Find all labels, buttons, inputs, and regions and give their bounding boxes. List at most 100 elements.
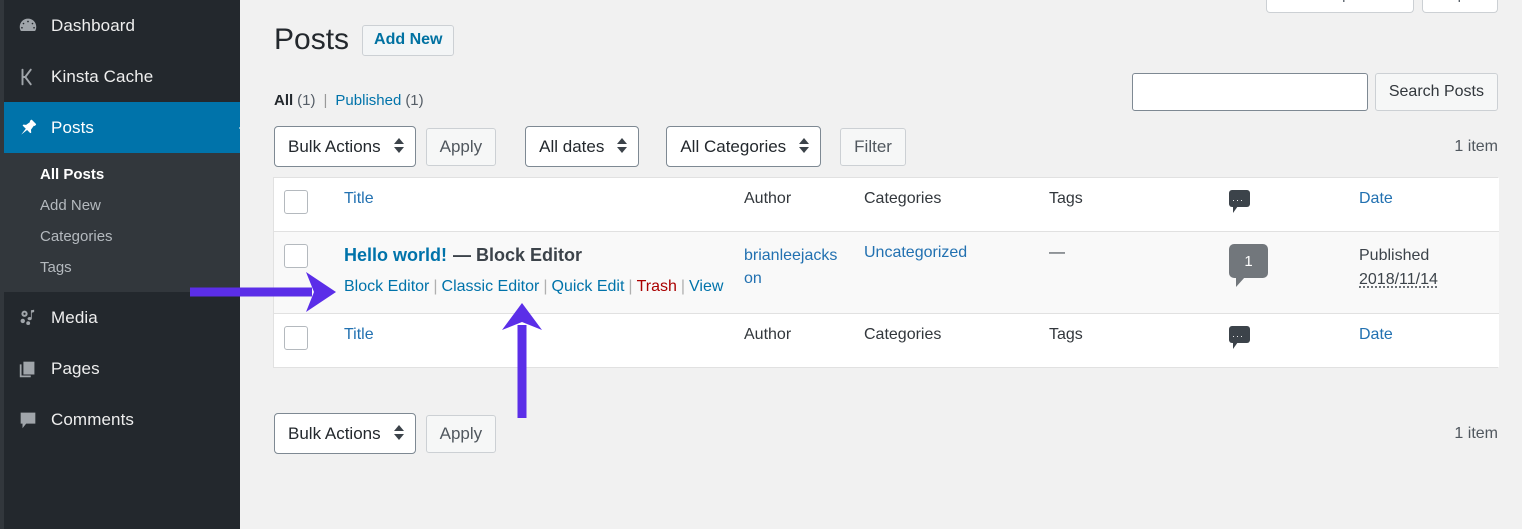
table-head: Title Author Categories Tags ··· Date (274, 178, 1499, 232)
post-title-suffix: — Block Editor (453, 245, 582, 265)
comment-count-value: 1 (1244, 253, 1252, 270)
trash-link[interactable]: Trash (637, 278, 677, 295)
displaying-num-bottom: 1 item (1454, 425, 1498, 443)
date-filter-select[interactable]: All dates (525, 126, 639, 167)
sidebar-item-label: Pages (51, 359, 100, 379)
row-title-cell: Hello world!— Block Editor Block Editor|… (334, 232, 734, 314)
select-all-header (274, 178, 334, 232)
filter-published-count: (1) (405, 92, 423, 109)
filter-button[interactable]: Filter (840, 128, 906, 166)
sidebar-subitem-add-new[interactable]: Add New (4, 190, 240, 221)
apply-button-bottom[interactable]: Apply (426, 415, 497, 453)
search-input[interactable] (1132, 73, 1368, 111)
sort-date-link-bottom[interactable]: Date (1359, 326, 1393, 343)
sidebar-item-comments[interactable]: Comments (4, 394, 240, 445)
post-status-text: Published (1359, 244, 1489, 268)
row-select-cell (274, 232, 334, 314)
column-footer-author: Author (734, 314, 854, 368)
comment-bubble-icon: ··· (1229, 326, 1250, 343)
sidebar-item-media[interactable]: Media (4, 292, 240, 343)
column-footer-date[interactable]: Date (1349, 314, 1499, 368)
filter-published-link[interactable]: Published (335, 92, 401, 109)
sort-date-link-top[interactable]: Date (1359, 190, 1393, 207)
sidebar-item-pages[interactable]: Pages (4, 343, 240, 394)
sidebar-item-label: Kinsta Cache (51, 67, 153, 87)
table-header-row: Title Author Categories Tags ··· Date (274, 178, 1499, 232)
column-header-comments: ··· (1219, 178, 1349, 232)
category-filter-select[interactable]: All Categories (666, 126, 821, 167)
posts-submenu: All Posts Add New Categories Tags (4, 153, 240, 292)
filter-all-count: (1) (297, 92, 315, 109)
action-separator: | (433, 278, 437, 295)
post-date-value: 2018/11/14 (1359, 271, 1438, 288)
select-all-checkbox-top[interactable] (284, 190, 308, 214)
sort-title-link-bottom[interactable]: Title (344, 326, 374, 343)
kinsta-k-icon (17, 66, 51, 88)
media-icon (17, 307, 51, 329)
bulk-actions-value-bottom: Bulk Actions (288, 424, 381, 444)
view-link[interactable]: View (689, 278, 723, 295)
column-header-categories: Categories (854, 178, 1039, 232)
column-header-date[interactable]: Date (1349, 178, 1499, 232)
classic-editor-link[interactable]: Classic Editor (442, 278, 540, 295)
search-posts-button[interactable]: Search Posts (1375, 73, 1498, 111)
tablenav-top: Bulk Actions Apply All dates All Categor… (274, 126, 906, 167)
column-header-title[interactable]: Title (334, 178, 734, 232)
sidebar-subitem-all-posts[interactable]: All Posts (4, 159, 240, 190)
action-separator: | (543, 278, 547, 295)
sort-title-link-top[interactable]: Title (344, 190, 374, 207)
tablenav-bottom: Bulk Actions Apply (274, 413, 496, 454)
table-body: Hello world!— Block Editor Block Editor|… (274, 232, 1499, 314)
post-status-filters: All (1) | Published (1) (274, 92, 424, 109)
select-arrows-icon (617, 138, 627, 153)
post-title: Hello world! — Block Editor (344, 244, 724, 267)
block-editor-link[interactable]: Block Editor (344, 278, 429, 295)
dashboard-icon (17, 15, 51, 37)
pin-icon (17, 117, 51, 139)
select-all-footer (274, 314, 334, 368)
quick-edit-link[interactable]: Quick Edit (552, 278, 625, 295)
screen-options-button[interactable]: Screen Options (1266, 0, 1414, 13)
select-arrows-icon (394, 138, 404, 153)
row-date-cell: Published 2018/11/14 (1349, 232, 1499, 314)
table-footer-row: Title Author Categories Tags ··· Date (274, 314, 1499, 368)
action-separator: | (628, 278, 632, 295)
help-label: Help (1435, 0, 1466, 3)
help-button[interactable]: Help (1422, 0, 1498, 13)
column-footer-title[interactable]: Title (334, 314, 734, 368)
column-footer-comments: ··· (1219, 314, 1349, 368)
select-all-checkbox-bottom[interactable] (284, 326, 308, 350)
column-footer-tags: Tags (1039, 314, 1219, 368)
bulk-actions-select-top[interactable]: Bulk Actions (274, 126, 416, 167)
filter-all-link[interactable]: All (274, 92, 293, 109)
comment-count-badge[interactable]: 1 (1229, 244, 1268, 278)
filter-published[interactable]: Published (1) (335, 92, 423, 109)
category-link[interactable]: Uncategorized (864, 244, 967, 261)
sidebar-item-kinsta-cache[interactable]: Kinsta Cache (4, 51, 240, 102)
bulk-actions-select-bottom[interactable]: Bulk Actions (274, 413, 416, 454)
column-header-tags: Tags (1039, 178, 1219, 232)
filter-separator: | (324, 92, 328, 109)
sidebar-item-dashboard[interactable]: Dashboard (4, 0, 240, 51)
sidebar-subitem-tags[interactable]: Tags (4, 252, 240, 283)
date-filter-value: All dates (539, 137, 604, 157)
sidebar-item-posts[interactable]: Posts (4, 102, 240, 153)
page-heading: Posts Add New (274, 22, 454, 58)
apply-button-top[interactable]: Apply (426, 128, 497, 166)
row-actions: Block Editor|Classic Editor|Quick Edit|T… (344, 273, 724, 301)
table-row: Hello world!— Block Editor Block Editor|… (274, 232, 1499, 314)
row-checkbox[interactable] (284, 244, 308, 268)
column-footer-categories: Categories (854, 314, 1039, 368)
table-foot: Title Author Categories Tags ··· Date (274, 314, 1499, 368)
author-link[interactable]: brianleejackson (744, 247, 837, 287)
pages-icon (17, 358, 51, 380)
sidebar-subitem-categories[interactable]: Categories (4, 221, 240, 252)
page-title: Posts (274, 22, 349, 58)
post-title-link[interactable]: Hello world! (344, 245, 447, 265)
displaying-num-top: 1 item (1454, 138, 1498, 156)
filter-all[interactable]: All (1) (274, 92, 316, 109)
add-new-button[interactable]: Add New (362, 25, 454, 56)
sidebar-item-label: Media (51, 308, 98, 328)
admin-sidebar: Dashboard Kinsta Cache Posts All Posts A… (4, 0, 240, 529)
sidebar-item-label: Posts (51, 118, 94, 138)
